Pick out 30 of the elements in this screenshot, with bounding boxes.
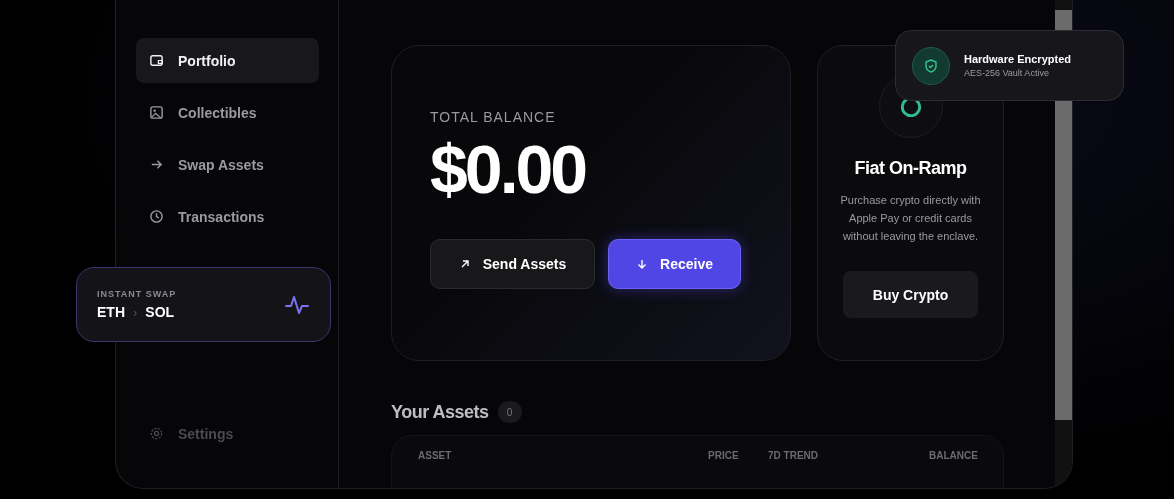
toast-subtitle: AES-256 Vault Active xyxy=(964,68,1050,78)
column-header: ASSET xyxy=(418,450,452,461)
sidebar-item[interactable]: Transactions xyxy=(136,194,319,239)
sidebar-item[interactable]: Collectibles xyxy=(136,90,319,135)
column-header: 7D TREND xyxy=(768,450,818,461)
image-icon xyxy=(149,105,164,120)
sidebar-item[interactable]: Portfolio xyxy=(136,38,319,83)
toast-title: Hardware Encrypted xyxy=(964,53,1071,65)
receive-button[interactable]: Receive xyxy=(608,239,741,289)
sidebar-item[interactable]: Swap Assets xyxy=(136,142,319,187)
token-symbol: SOL xyxy=(145,304,175,320)
count-badge: 0 xyxy=(497,401,522,423)
card-title: Fiat On-Ramp xyxy=(854,158,967,179)
wallet-icon xyxy=(149,53,164,68)
shield-icon xyxy=(912,46,950,85)
token-symbol: ETH xyxy=(97,304,125,320)
balance-amount: $0.00 xyxy=(430,135,587,203)
column-header: BALANCE xyxy=(929,450,978,461)
arrow-down-icon xyxy=(636,258,649,270)
buy-crypto-button[interactable]: Buy Crypto xyxy=(843,271,978,318)
card-description: Purchase crypto directly with Apple Pay or credit cards without leaving the enclave. xyxy=(839,193,982,244)
settings-icon xyxy=(149,426,164,441)
instant-swap-card[interactable]: INSTANT SWAP ETH › SOL xyxy=(76,267,331,342)
balance-label: TOTAL BALANCE xyxy=(430,109,557,125)
send-button[interactable]: Send Assets xyxy=(430,239,595,289)
chevron-icon: › xyxy=(133,304,138,320)
swap-label: INSTANT SWAP xyxy=(97,289,177,299)
column-header: PRICE xyxy=(708,450,739,461)
section-title: Your Assets xyxy=(391,401,489,423)
clock-icon xyxy=(149,209,164,224)
